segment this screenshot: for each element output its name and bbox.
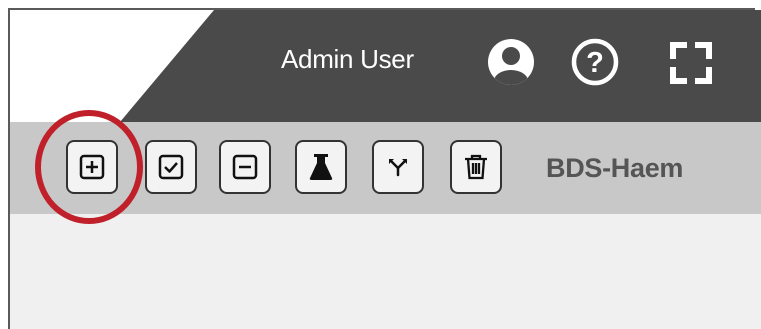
panel-name: BDS-Haem — [546, 153, 684, 183]
minus-square-icon — [232, 154, 258, 180]
remove-button[interactable] — [219, 140, 271, 194]
content-area — [10, 214, 761, 329]
top-bar: Admin User ? — [0, 0, 761, 122]
flask-icon — [309, 154, 333, 180]
user-name[interactable]: Admin User — [281, 44, 414, 75]
app-window: Admin User ? BDS-Haem — [0, 0, 761, 329]
add-button[interactable] — [66, 140, 118, 194]
svg-text:?: ? — [586, 47, 604, 79]
help-icon[interactable]: ? — [570, 37, 620, 87]
check-square-icon — [158, 154, 184, 180]
flask-button[interactable] — [295, 140, 347, 194]
plus-square-icon — [79, 154, 105, 180]
merge-button[interactable] — [372, 140, 424, 194]
fork-icon — [389, 159, 407, 177]
trash-icon — [465, 154, 487, 180]
check-button[interactable] — [145, 140, 197, 194]
fullscreen-icon[interactable] — [668, 40, 714, 86]
delete-button[interactable] — [450, 140, 502, 194]
account-icon[interactable] — [486, 37, 536, 87]
